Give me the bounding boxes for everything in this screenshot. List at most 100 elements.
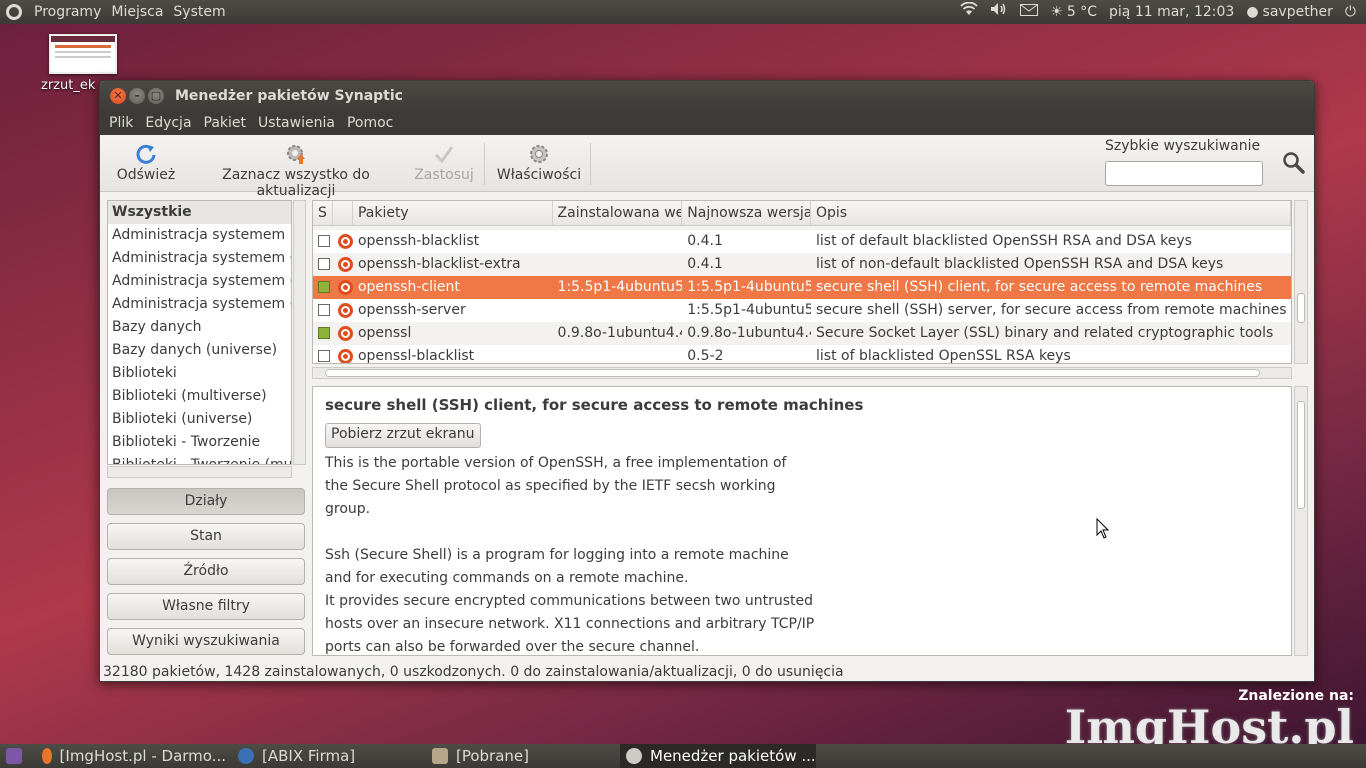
properties-label: Właściwości (496, 167, 582, 183)
section-item[interactable]: Biblioteki - Tworzenie (mul (108, 454, 291, 464)
section-list-hscrollbar[interactable] (107, 466, 292, 478)
table-row[interactable]: openssl-blacklist 0.5-2 list of blacklis… (313, 345, 1291, 363)
package-table-hscrollbar[interactable] (312, 367, 1292, 379)
column-header-icon[interactable] (333, 201, 353, 225)
ubuntu-support-icon (337, 326, 353, 341)
menu-programy[interactable]: Programy (34, 0, 101, 24)
table-header: S Pakiety Zainstalowana we Najnowsza wer… (313, 201, 1291, 226)
details-text-line: ports can also be forwarded over the sec… (325, 639, 700, 655)
taskbar-item-downloads[interactable]: [Pobrane] (426, 744, 616, 768)
section-item[interactable]: Biblioteki (108, 362, 291, 385)
scrollbar-thumb[interactable] (1297, 293, 1305, 323)
status-checkbox[interactable] (318, 235, 330, 247)
ubuntu-support-icon (337, 280, 353, 295)
synaptic-window: ✕ – ▢ Menedżer pakietów Synaptic Plik Ed… (99, 80, 1315, 682)
mouse-cursor-icon (1096, 517, 1110, 544)
column-header-latest[interactable]: Najnowsza wersja (682, 201, 811, 225)
menu-system[interactable]: System (173, 0, 225, 24)
menu-edycja[interactable]: Edycja (139, 111, 197, 135)
status-checkbox[interactable] (318, 350, 330, 362)
wifi-icon[interactable] (960, 0, 978, 24)
close-window-button[interactable]: ✕ (110, 88, 126, 104)
menu-plik[interactable]: Plik (103, 111, 139, 135)
section-item[interactable]: Administracja systemem (108, 224, 291, 247)
section-item[interactable]: Biblioteki (universe) (108, 408, 291, 431)
section-list: Wszystkie Administracja systemem Adminis… (107, 200, 292, 465)
user-icon[interactable]: ● (1246, 0, 1258, 24)
mail-icon[interactable] (1020, 0, 1039, 24)
filter-sections-button[interactable]: Działy (107, 488, 305, 515)
column-header-package[interactable]: Pakiety (353, 201, 553, 225)
status-checkbox[interactable] (318, 258, 330, 270)
user-name[interactable]: savpether (1263, 0, 1333, 24)
scrollbar-thumb[interactable] (325, 369, 1260, 377)
apply-button[interactable]: Zastosuj (414, 141, 474, 183)
section-item[interactable]: Administracja systemem (m (108, 247, 291, 270)
column-header-description[interactable]: Opis (811, 201, 1291, 225)
details-title: secure shell (SSH) client, for secure ac… (325, 396, 864, 414)
window-titlebar[interactable]: ✕ – ▢ Menedżer pakietów Synaptic (100, 81, 1314, 111)
status-checkbox[interactable] (318, 327, 330, 339)
properties-button[interactable]: Właściwości (496, 141, 582, 183)
details-vscrollbar[interactable] (1294, 386, 1308, 656)
status-checkbox[interactable] (318, 304, 330, 316)
column-header-installed[interactable]: Zainstalowana we (553, 201, 683, 225)
menu-pomoc[interactable]: Pomoc (341, 111, 399, 135)
custom-filters-button[interactable]: Własne filtry (107, 593, 305, 620)
section-item[interactable]: Administracja systemem (u (108, 293, 291, 316)
refresh-label: Odśwież (116, 167, 176, 183)
quick-search-input[interactable] (1105, 161, 1263, 186)
package-description: secure shell (SSH) client, for secure ac… (816, 279, 1263, 295)
power-icon[interactable]: ⏻ (1345, 0, 1356, 24)
menu-ustawienia[interactable]: Ustawienia (252, 111, 341, 135)
refresh-button[interactable]: Odśwież (116, 141, 176, 183)
section-item[interactable]: Administracja systemem (r (108, 270, 291, 293)
table-row[interactable]: openssh-server 1:5.5p1-4ubuntu5 secure s… (313, 299, 1291, 322)
taskbar-item-firefox[interactable]: [ImgHost.pl - Darmo... (36, 744, 226, 768)
minimize-window-button[interactable]: – (129, 88, 145, 104)
package-name: openssh-blacklist (357, 233, 480, 249)
table-row[interactable]: openssh-blacklist 0.4.1 list of default … (313, 230, 1291, 253)
weather-sun-icon[interactable]: ☀ (1050, 0, 1063, 24)
search-icon[interactable] (1282, 151, 1306, 179)
volume-icon[interactable] (990, 0, 1008, 24)
filter-origin-button[interactable]: Źródło (107, 558, 305, 585)
package-description: secure shell (SSH) server, for secure ac… (816, 302, 1287, 318)
filter-status-button[interactable]: Stan (107, 523, 305, 550)
ubuntu-logo-icon[interactable] (6, 4, 22, 20)
section-list-vscrollbar[interactable] (293, 200, 306, 465)
package-table-vscrollbar[interactable] (1294, 200, 1308, 364)
section-item[interactable]: Biblioteki (multiverse) (108, 385, 291, 408)
show-desktop-button[interactable] (0, 744, 30, 768)
menu-miejsca[interactable]: Miejsca (111, 0, 163, 24)
taskbar-item-synaptic[interactable]: Menedżer pakietów ... (620, 744, 816, 768)
package-name: openssh-server (357, 302, 466, 318)
scrollbar-thumb[interactable] (1297, 401, 1305, 509)
taskbar-item-label: [ABIX Firma] (262, 747, 356, 765)
section-item[interactable]: Biblioteki - Tworzenie (108, 431, 291, 454)
section-item[interactable]: Wszystkie (108, 201, 291, 224)
clock[interactable]: pią 11 mar, 12:03 (1109, 0, 1234, 24)
status-checkbox[interactable] (318, 281, 330, 293)
toolbar-separator (484, 143, 485, 185)
package-name: openssh-client (357, 279, 460, 295)
synaptic-icon (626, 748, 642, 764)
get-screenshot-button[interactable]: Pobierz zrzut ekranu (325, 423, 481, 448)
image-thumbnail-icon (49, 34, 117, 74)
menu-pakiet[interactable]: Pakiet (198, 111, 253, 135)
mark-all-upgrades-button[interactable]: Zaznacz wszystko do aktualizacji (186, 141, 406, 199)
section-item[interactable]: Bazy danych (108, 316, 291, 339)
table-row[interactable]: openssl 0.9.8o-1ubuntu4.4 0.9.8o-1ubuntu… (313, 322, 1291, 345)
column-header-status[interactable]: S (313, 201, 333, 225)
bottom-taskbar: [ImgHost.pl - Darmo... [ABIX Firma] [Pob… (0, 744, 1366, 768)
taskbar-item-abix[interactable]: [ABIX Firma] (232, 744, 422, 768)
table-row[interactable]: openssh-blacklist-extra 0.4.1 list of no… (313, 253, 1291, 276)
section-item[interactable]: Bazy danych (universe) (108, 339, 291, 362)
maximize-window-button[interactable]: ▢ (148, 88, 164, 104)
table-row-selected[interactable]: openssh-client 1:5.5p1-4ubuntu5 1:5.5p1-… (313, 276, 1291, 299)
latest-version: 0.4.1 (687, 233, 723, 249)
show-desktop-icon (6, 748, 22, 764)
weather-temperature[interactable]: 5 °C (1067, 0, 1097, 24)
package-description: list of default blacklisted OpenSSH RSA … (816, 233, 1192, 249)
search-results-button[interactable]: Wyniki wyszukiwania (107, 628, 305, 655)
